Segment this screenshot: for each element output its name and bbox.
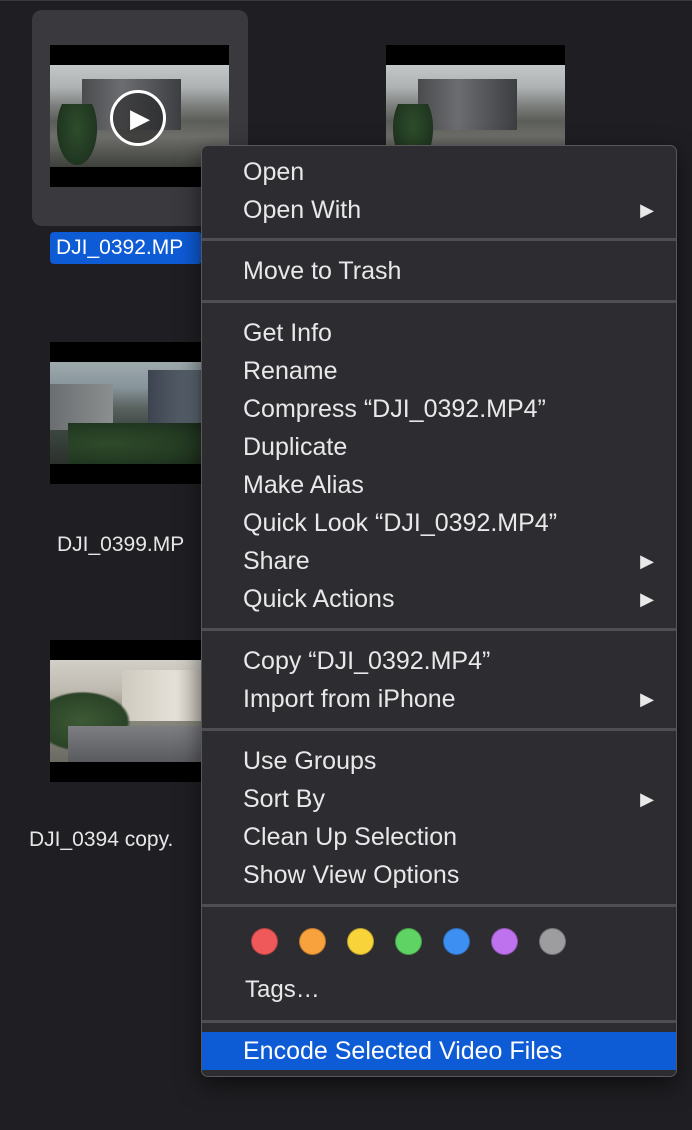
tag-orange-dot[interactable] (299, 928, 326, 955)
submenu-arrow-icon: ▶ (640, 551, 654, 571)
menu-item-label: Quick Look “DJI_0392.MP4” (243, 509, 558, 537)
menu-separator (202, 1020, 676, 1023)
menu-separator (202, 238, 676, 241)
menu-item-label: Get Info (243, 319, 332, 347)
menu-item-label: Sort By (243, 785, 325, 813)
menu-item-open-with[interactable]: Open With ▶ (202, 191, 676, 229)
tag-yellow-dot[interactable] (347, 928, 374, 955)
window-top-border (0, 0, 692, 1)
menu-item-open[interactable]: Open (202, 153, 676, 191)
preview-path (67, 726, 212, 762)
menu-item-clean-up-selection[interactable]: Clean Up Selection (202, 818, 676, 856)
preview-building (418, 79, 517, 131)
submenu-arrow-icon: ▶ (640, 589, 654, 609)
menu-item-label: Quick Actions (243, 585, 395, 613)
menu-item-label: Use Groups (243, 747, 377, 775)
file-label-dji-0399[interactable]: DJI_0399.MP (57, 530, 201, 560)
tag-gray-dot[interactable] (539, 928, 566, 955)
menu-item-label: Move to Trash (243, 257, 402, 285)
file-label-dji-0394-copy[interactable]: DJI_0394 copy. (29, 825, 201, 855)
play-icon[interactable]: ▶ (110, 90, 166, 146)
context-menu: Open Open With ▶ Move to Trash Get Info R… (201, 145, 677, 1077)
menu-item-label: Open (243, 158, 305, 186)
menu-item-get-info[interactable]: Get Info (202, 314, 676, 352)
menu-item-label: Make Alias (243, 471, 364, 499)
menu-item-import-from-iphone[interactable]: Import from iPhone ▶ (202, 680, 676, 718)
menu-item-move-to-trash[interactable]: Move to Trash (202, 252, 676, 290)
menu-item-duplicate[interactable]: Duplicate (202, 428, 676, 466)
menu-item-use-groups[interactable]: Use Groups (202, 742, 676, 780)
menu-separator (202, 300, 676, 303)
menu-item-label: Clean Up Selection (243, 823, 458, 851)
submenu-arrow-icon: ▶ (640, 689, 654, 709)
menu-item-rename[interactable]: Rename (202, 352, 676, 390)
menu-item-label: Show View Options (243, 861, 460, 889)
file-label-dji-0392[interactable]: DJI_0392.MP (50, 232, 202, 264)
menu-item-label: Compress “DJI_0392.MP4” (243, 395, 546, 423)
submenu-arrow-icon: ▶ (640, 200, 654, 220)
menu-item-label: Copy “DJI_0392.MP4” (243, 647, 491, 675)
menu-item-tags[interactable]: Tags… (202, 971, 676, 1009)
menu-item-show-view-options[interactable]: Show View Options (202, 856, 676, 894)
menu-item-label: Duplicate (243, 433, 348, 461)
menu-separator (202, 628, 676, 631)
submenu-arrow-icon: ▶ (640, 789, 654, 809)
menu-item-quick-actions[interactable]: Quick Actions ▶ (202, 580, 676, 618)
menu-item-compress[interactable]: Compress “DJI_0392.MP4” (202, 390, 676, 428)
preview-tree (57, 103, 97, 165)
menu-item-encode-selected-video-files[interactable]: Encode Selected Video Files (202, 1032, 676, 1070)
menu-item-label: Open With (243, 196, 362, 224)
menu-item-make-alias[interactable]: Make Alias (202, 466, 676, 504)
menu-item-label: Tags… (245, 976, 320, 1003)
menu-separator (202, 728, 676, 731)
menu-item-label: Encode Selected Video Files (243, 1037, 563, 1065)
tag-red-dot[interactable] (251, 928, 278, 955)
menu-item-quick-look[interactable]: Quick Look “DJI_0392.MP4” (202, 504, 676, 542)
menu-item-label: Import from iPhone (243, 685, 456, 713)
menu-separator (202, 904, 676, 907)
menu-item-label: Share (243, 547, 310, 575)
finder-window: ▶ DJI_0392.MP DJI_0399.MP DJI_0394 copy.… (0, 0, 692, 1130)
tag-purple-dot[interactable] (491, 928, 518, 955)
menu-item-sort-by[interactable]: Sort By ▶ (202, 780, 676, 818)
tag-green-dot[interactable] (395, 928, 422, 955)
preview-greenery (67, 423, 212, 464)
tag-blue-dot[interactable] (443, 928, 470, 955)
menu-item-label: Rename (243, 357, 338, 385)
menu-item-share[interactable]: Share ▶ (202, 542, 676, 580)
menu-item-copy[interactable]: Copy “DJI_0392.MP4” (202, 642, 676, 680)
